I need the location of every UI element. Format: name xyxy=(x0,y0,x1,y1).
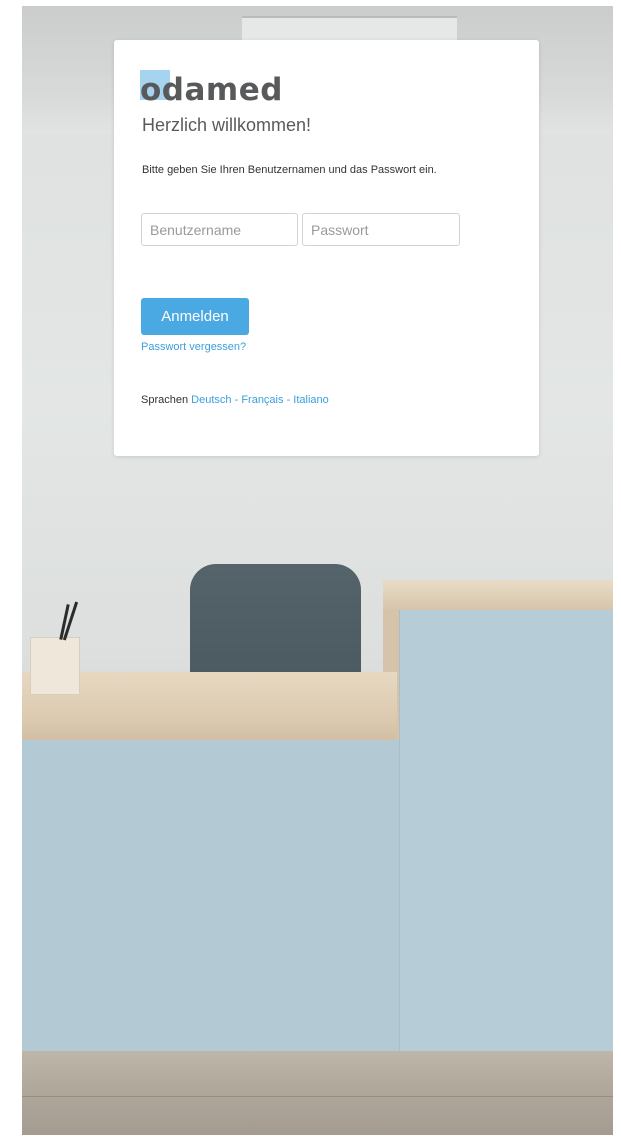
forgot-password-link[interactable]: Passwort vergessen? xyxy=(141,341,246,353)
desk-counter-front xyxy=(399,610,613,1051)
login-card: odamed Herzlich willkommen! Bitte geben … xyxy=(114,40,539,456)
language-link-francais[interactable]: Français xyxy=(241,394,283,406)
language-link-italiano[interactable]: Italiano xyxy=(293,394,328,406)
password-input[interactable] xyxy=(302,213,460,246)
language-link-deutsch[interactable]: Deutsch xyxy=(191,394,231,406)
floor-line xyxy=(22,1096,613,1097)
login-instruction: Bitte geben Sie Ihren Benutzernamen und … xyxy=(142,164,437,176)
language-separator: - xyxy=(286,394,291,406)
language-separator: - xyxy=(234,394,239,406)
floor xyxy=(22,1051,613,1135)
login-button[interactable]: Anmelden xyxy=(141,298,249,335)
page-title: Herzlich willkommen! xyxy=(142,115,312,135)
desk-front xyxy=(22,740,399,1051)
desk-counter-top xyxy=(383,580,613,610)
languages-label: Sprachen xyxy=(141,394,189,406)
username-input[interactable] xyxy=(141,213,298,246)
language-switcher: Sprachen Deutsch - Français - Italiano xyxy=(141,394,329,406)
logo: odamed xyxy=(140,72,283,108)
office-chair xyxy=(190,564,361,684)
pen-cup xyxy=(30,637,80,695)
